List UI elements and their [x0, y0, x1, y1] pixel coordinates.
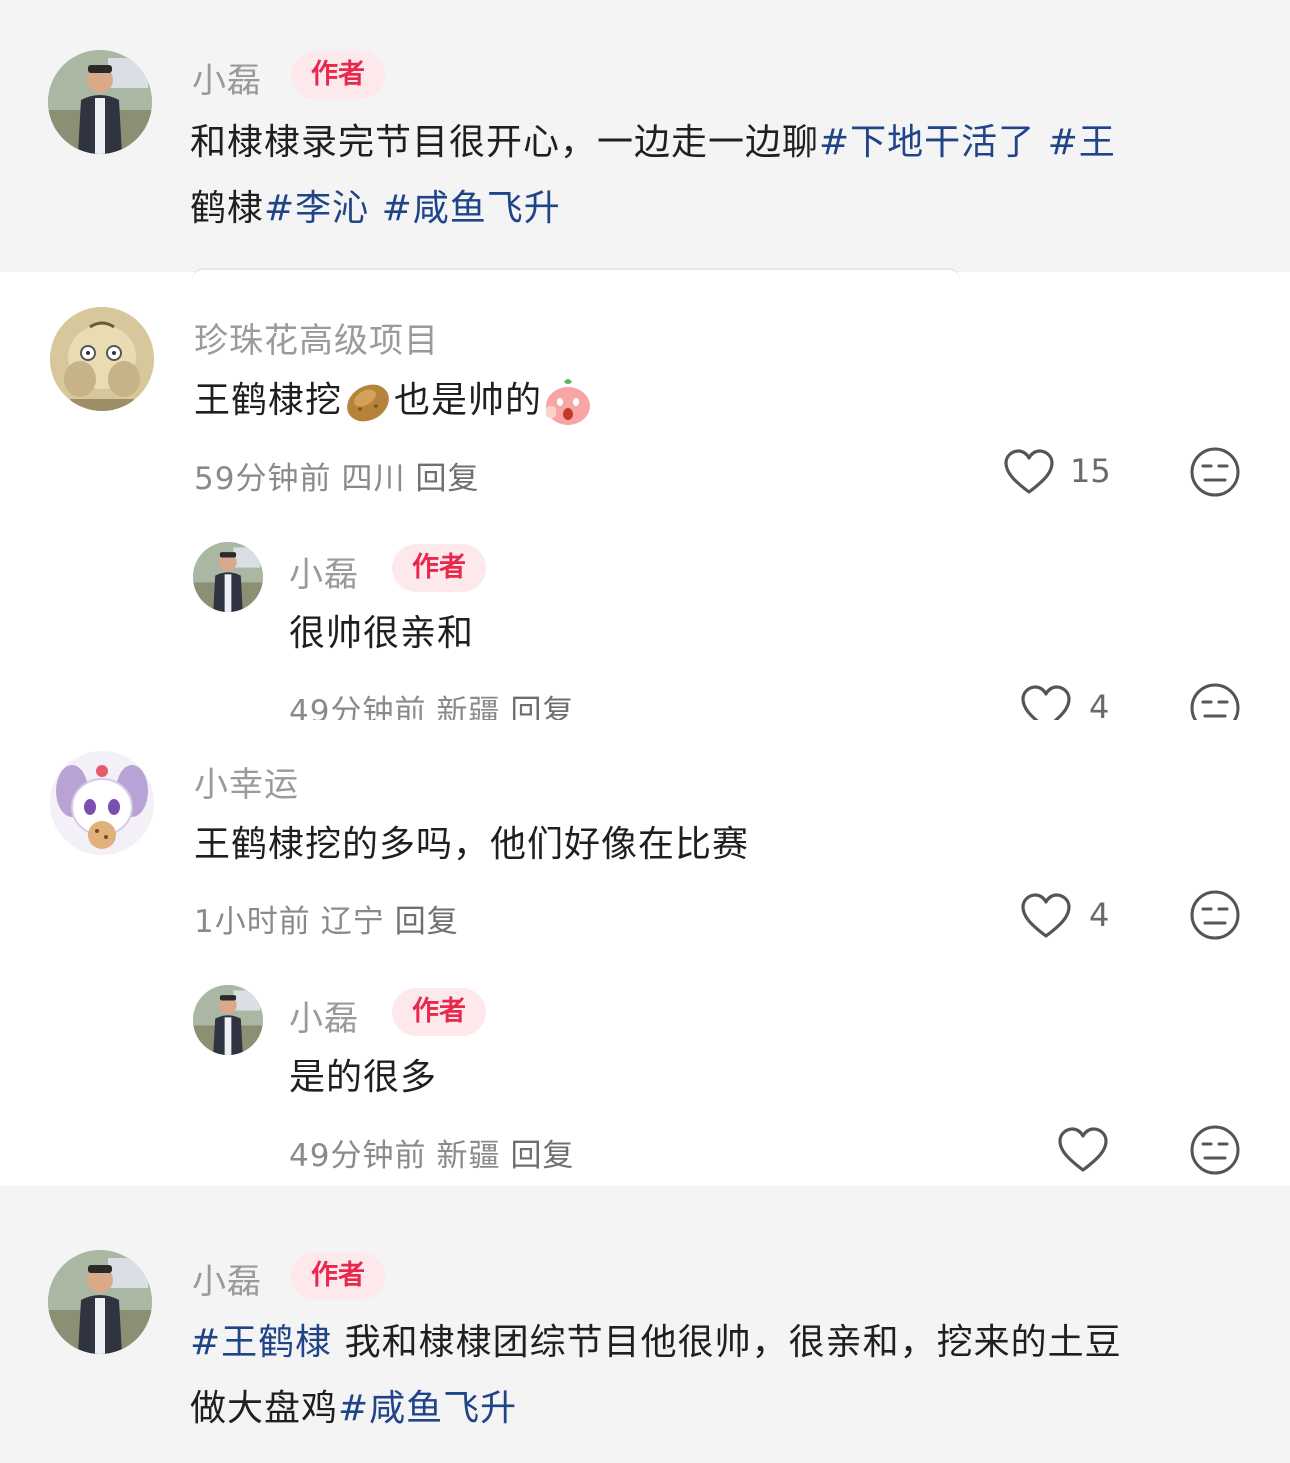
reply-text: 是的很多	[289, 1057, 438, 1098]
reply-button[interactable]: 回复	[395, 904, 459, 940]
heart-icon[interactable]	[1003, 448, 1055, 496]
hashtag[interactable]: #王	[1035, 122, 1116, 163]
reply-meta: 49分钟前 新疆 回复	[289, 1130, 584, 1175]
comment-text: 王鹤棣挖 也是帅的	[194, 368, 594, 434]
like-count: 4	[1089, 688, 1110, 720]
reply-author-name[interactable]: 小磊	[289, 547, 359, 596]
author-badge: 作者	[392, 544, 486, 592]
comment-meta: 1小时前 辽宁 回复	[194, 896, 469, 941]
heart-icon[interactable]	[1057, 1126, 1109, 1174]
reply-button[interactable]: 回复	[510, 1138, 574, 1174]
comment-time: 59分钟前	[194, 461, 332, 497]
author-badge: 作者	[392, 988, 486, 1036]
like-count: 15	[1070, 452, 1111, 490]
comment-text-part: 王鹤棣挖	[194, 380, 343, 421]
reply-location: 新疆	[436, 1138, 501, 1174]
meh-face-icon[interactable]	[1189, 446, 1241, 498]
reply-author-name[interactable]: 小磊	[289, 991, 359, 1040]
shocked-emoji	[546, 379, 591, 425]
post-text-line2: 鹤棣#李沁 #咸鱼飞升	[190, 176, 561, 242]
comment-time: 1小时前	[194, 904, 311, 940]
commenter-avatar[interactable]	[50, 307, 154, 411]
heart-icon[interactable]	[1020, 892, 1072, 940]
hashtag[interactable]: #咸鱼飞升	[338, 1388, 517, 1429]
hashtag[interactable]: #王鹤棣	[190, 1322, 332, 1363]
heart-icon[interactable]	[1020, 684, 1072, 720]
comment-location: 辽宁	[320, 904, 385, 940]
like-count: 4	[1089, 896, 1110, 934]
author-avatar[interactable]	[48, 1250, 152, 1354]
hashtag[interactable]: #咸鱼飞升	[382, 188, 561, 229]
reply-time: 49分钟前	[289, 1138, 427, 1174]
reply-button[interactable]: 回复	[415, 461, 479, 497]
reply-button[interactable]: 回复	[510, 694, 574, 720]
commenter-avatar[interactable]	[50, 751, 154, 855]
comment-meta: 59分钟前 四川 回复	[194, 453, 489, 498]
clipped-meta-row: 49分钟前 新疆 回复 4	[0, 670, 1290, 720]
commenter-name[interactable]: 小幸运	[194, 757, 299, 806]
post-text-line1: 和棣棣录完节目很开心，一边走一边聊#下地干活了 #王	[190, 110, 1116, 176]
author-avatar[interactable]	[48, 50, 152, 154]
hashtag-continued[interactable]: 鹤棣	[190, 188, 264, 229]
comment-location: 四川	[341, 461, 406, 497]
author-name[interactable]: 小磊	[192, 1254, 262, 1303]
reply-meta: 49分钟前 新疆 回复	[289, 686, 584, 720]
meh-face-icon[interactable]	[1189, 889, 1241, 941]
post-text: 我和棣棣团综节目他很帅，很亲和，挖来的土豆	[332, 1322, 1122, 1363]
author-post: 小磊 作者 和棣棣录完节目很开心，一边走一边聊#下地干活了 #王 鹤棣#李沁 #…	[0, 0, 1290, 272]
hashtag[interactable]: #下地干活了	[819, 122, 1035, 163]
meh-face-icon[interactable]	[1189, 1124, 1241, 1176]
post-text: 和棣棣录完节目很开心，一边走一边聊	[190, 122, 820, 163]
reply-avatar[interactable]	[193, 985, 263, 1055]
comment-text: 王鹤棣挖的多吗，他们好像在比赛	[194, 824, 750, 865]
reply-time: 49分钟前	[289, 694, 427, 720]
reply-avatar[interactable]	[193, 542, 263, 612]
comment-text-part: 也是帅的	[394, 380, 543, 421]
post-text-line1: #王鹤棣 我和棣棣团综节目他很帅，很亲和，挖来的土豆	[190, 1310, 1122, 1376]
reply-location: 新疆	[436, 694, 501, 720]
post-text-line2: 做大盘鸡#咸鱼飞升	[190, 1376, 517, 1442]
author-post: 小磊 作者 #王鹤棣 我和棣棣团综节目他很帅，很亲和，挖来的土豆 做大盘鸡#咸鱼…	[0, 1186, 1290, 1463]
potato-emoji	[347, 384, 389, 422]
meh-face-icon[interactable]	[1189, 682, 1241, 720]
author-badge: 作者	[291, 51, 385, 99]
card-edge	[192, 268, 960, 284]
post-text: 做大盘鸡	[190, 1388, 339, 1429]
author-name[interactable]: 小磊	[192, 53, 262, 102]
hashtag[interactable]: #李沁	[264, 188, 369, 229]
reply-text: 很帅很亲和	[289, 613, 475, 654]
commenter-name[interactable]: 珍珠花高级项目	[194, 313, 439, 362]
author-badge: 作者	[291, 1252, 385, 1300]
